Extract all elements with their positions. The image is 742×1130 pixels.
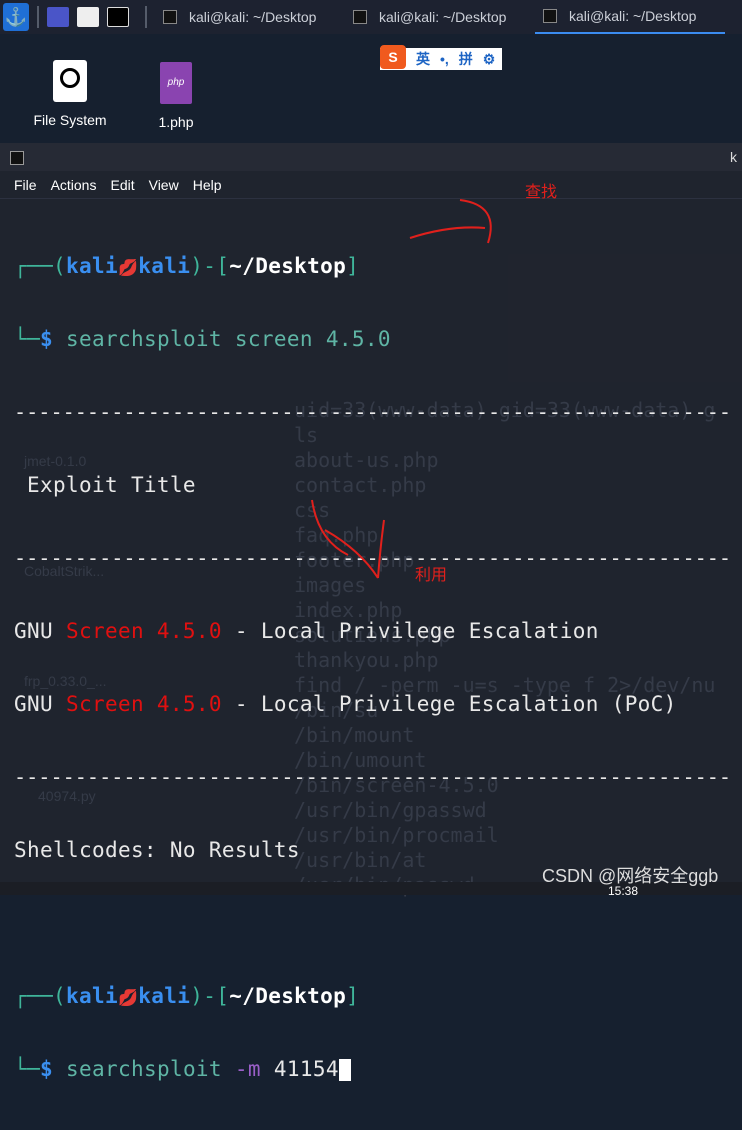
text-cursor bbox=[338, 1059, 351, 1081]
annotation-use: 利用 bbox=[415, 567, 448, 584]
prompt-line: ┌──(kali💋kali)-[~/Desktop] bbox=[14, 984, 360, 1008]
clock: 15:38 bbox=[608, 884, 639, 898]
command-line: └─$ searchsploit -m 41154 bbox=[14, 1057, 731, 1082]
red-annotation-arrows bbox=[311, 199, 492, 579]
annotation-find: 查找 bbox=[525, 184, 558, 201]
